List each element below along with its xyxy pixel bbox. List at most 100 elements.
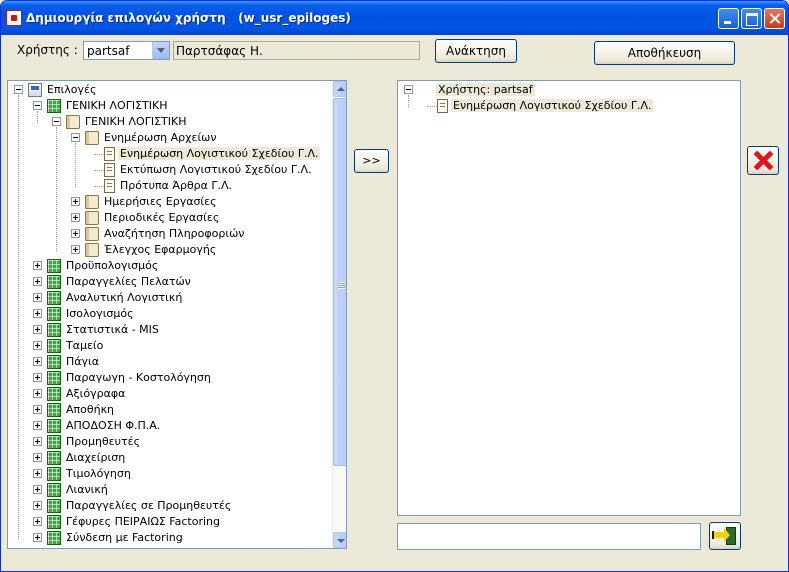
tree-guide-line <box>56 127 57 251</box>
tree-item-label: Σύνδεση με Factoring <box>66 531 183 544</box>
retrieve-button[interactable]: Ανάκτηση <box>435 39 517 63</box>
close-icon[interactable] <box>764 8 785 29</box>
title-bar[interactable]: Δημιουργία επιλογών χρήστη (w_usr_epilog… <box>1 1 788 35</box>
expand-icon[interactable] <box>33 421 42 430</box>
tree-row[interactable]: Αναλυτική Λογιστική <box>8 290 328 306</box>
expand-icon[interactable] <box>71 229 80 238</box>
tree-row[interactable]: Γέφυρες ΠΕΙΡΑΙΩΣ Factoring <box>8 514 328 530</box>
tree-item-label: Πρότυπα Άρθρα Γ.Λ. <box>120 179 233 192</box>
tree-row[interactable]: Επιλογές <box>8 82 328 98</box>
tree-item-label: Γέφυρες ΠΕΙΡΑΙΩΣ Factoring <box>66 515 220 528</box>
maximize-icon[interactable] <box>741 8 762 29</box>
book-icon <box>85 211 99 225</box>
scroll-thumb[interactable] <box>333 98 346 466</box>
expand-icon[interactable] <box>33 469 42 478</box>
expand-icon[interactable] <box>33 389 42 398</box>
book-icon <box>85 195 99 209</box>
tree-item-label: Διαχείριση <box>66 451 126 464</box>
tree-row[interactable]: Αποθήκη <box>8 402 328 418</box>
expand-icon[interactable] <box>33 517 42 526</box>
collapse-icon[interactable] <box>52 117 61 126</box>
tree-row[interactable]: Λιανική <box>8 482 328 498</box>
scroll-up-icon[interactable] <box>333 81 346 97</box>
user-select[interactable]: partsaf <box>83 41 170 60</box>
grid-icon <box>47 259 61 273</box>
tree-item-label: ΑΠΟΔΟΣΗ Φ.Π.Α. <box>66 419 161 432</box>
expand-icon[interactable] <box>33 309 42 318</box>
tree-row[interactable]: ΑΠΟΔΟΣΗ Φ.Π.Α. <box>8 418 328 434</box>
collapse-icon[interactable] <box>71 133 80 142</box>
app-icon[interactable] <box>6 10 22 26</box>
expand-icon[interactable] <box>33 357 42 366</box>
vertical-scrollbar[interactable] <box>332 81 346 548</box>
tree-item-label: Επιλογές <box>47 83 97 96</box>
tree-row[interactable]: Ενημέρωση Λογιστικού Σχεδίου Γ.Λ. <box>398 98 718 114</box>
tree-row[interactable]: Στατιστικά - MIS <box>8 322 328 338</box>
tree-item-label: Παραγγελίες Πελατών <box>66 275 191 288</box>
move-right-button[interactable]: >> <box>354 149 389 173</box>
expand-icon[interactable] <box>33 437 42 446</box>
tree-guide-line <box>18 95 19 539</box>
tree-item-label: Παραγωγη - Κοστολόγηση <box>66 371 211 384</box>
expand-icon[interactable] <box>33 261 42 270</box>
exit-button[interactable] <box>709 522 741 550</box>
tree-row[interactable]: Παραγωγη - Κοστολόγηση <box>8 370 328 386</box>
tree-item-label: Περιοδικές Εργασίες <box>104 211 220 224</box>
tree-item-label: ΓΕΝΙΚΗ ΛΟΓΙΣΤΙΚΗ <box>66 99 168 112</box>
tree-row[interactable]: Παραγγελίες Πελατών <box>8 274 328 290</box>
tree-row[interactable]: Παραγγελίες σε Προμηθευτές <box>8 498 328 514</box>
tree-guide-line <box>75 143 76 187</box>
expand-icon[interactable] <box>33 277 42 286</box>
text-input[interactable] <box>397 523 701 550</box>
document-icon <box>437 99 448 113</box>
expand-icon[interactable] <box>33 325 42 334</box>
tree-row[interactable]: Πάγια <box>8 354 328 370</box>
tree-item-label: Ενημέρωση Αρχείων <box>104 131 217 144</box>
minimize-icon[interactable] <box>718 8 739 29</box>
chevron-down-icon[interactable] <box>152 42 169 59</box>
tree-guide-line <box>408 95 409 107</box>
available-options-tree[interactable]: Επιλογές ΓΕΝΙΚΗ ΛΟΓΙΣΤΙΚΗ ΓΕΝΙΚΗ ΛΟΓΙΣΤΙΚΗ… <box>7 80 347 549</box>
tree-row[interactable]: ΓΕΝΙΚΗ ΛΟΓΙΣΤΙΚΗ <box>8 98 328 114</box>
tree-connector <box>94 154 104 155</box>
user-fullname-value: Παρτσάφας Η. <box>176 44 263 58</box>
document-icon <box>104 147 115 161</box>
expand-icon[interactable] <box>33 341 42 350</box>
book-icon <box>85 131 99 145</box>
scroll-down-icon[interactable] <box>333 532 346 548</box>
grid-icon <box>47 371 61 385</box>
tree-row[interactable]: Χρήστης: partsaf <box>398 82 718 98</box>
tree-row[interactable]: Σύνδεση με Factoring <box>8 530 328 546</box>
expand-icon[interactable] <box>33 373 42 382</box>
tree-row[interactable]: Αξιόγραφα <box>8 386 328 402</box>
save-button[interactable]: Αποθήκευση <box>594 41 735 65</box>
tree-row[interactable]: Προϋπολογισμός <box>8 258 328 274</box>
document-icon <box>104 163 115 177</box>
tree-row[interactable]: Διαχείριση <box>8 450 328 466</box>
app-window: Δημιουργία επιλογών χρήστη (w_usr_epilog… <box>0 0 789 572</box>
user-options-tree[interactable]: Χρήστης: partsaf Ενημέρωση Λογιστικού Σχε… <box>397 80 741 516</box>
expand-icon[interactable] <box>33 501 42 510</box>
grid-icon <box>47 483 61 497</box>
expand-icon[interactable] <box>33 453 42 462</box>
expand-icon[interactable] <box>71 213 80 222</box>
collapse-icon[interactable] <box>14 85 23 94</box>
tree-row[interactable]: Ισολογισμός <box>8 306 328 322</box>
expand-icon[interactable] <box>33 485 42 494</box>
book-icon <box>85 227 99 241</box>
expand-icon[interactable] <box>33 293 42 302</box>
tree-item-label: Πάγια <box>66 355 100 368</box>
collapse-icon[interactable] <box>33 101 42 110</box>
user-fullname-field: Παρτσάφας Η. <box>173 41 420 60</box>
window-title: Δημιουργία επιλογών χρήστη (w_usr_epilog… <box>26 11 351 25</box>
tree-row[interactable]: Τιμολόγηση <box>8 466 328 482</box>
expand-icon[interactable] <box>71 197 80 206</box>
tree-row[interactable]: Προμηθευτές <box>8 434 328 450</box>
delete-icon[interactable] <box>747 146 779 175</box>
expand-icon[interactable] <box>33 533 42 542</box>
expand-icon[interactable] <box>33 405 42 414</box>
collapse-icon[interactable] <box>404 85 413 94</box>
grid-icon <box>47 291 61 305</box>
expand-icon[interactable] <box>71 245 80 254</box>
tree-row[interactable]: Ταμείο <box>8 338 328 354</box>
